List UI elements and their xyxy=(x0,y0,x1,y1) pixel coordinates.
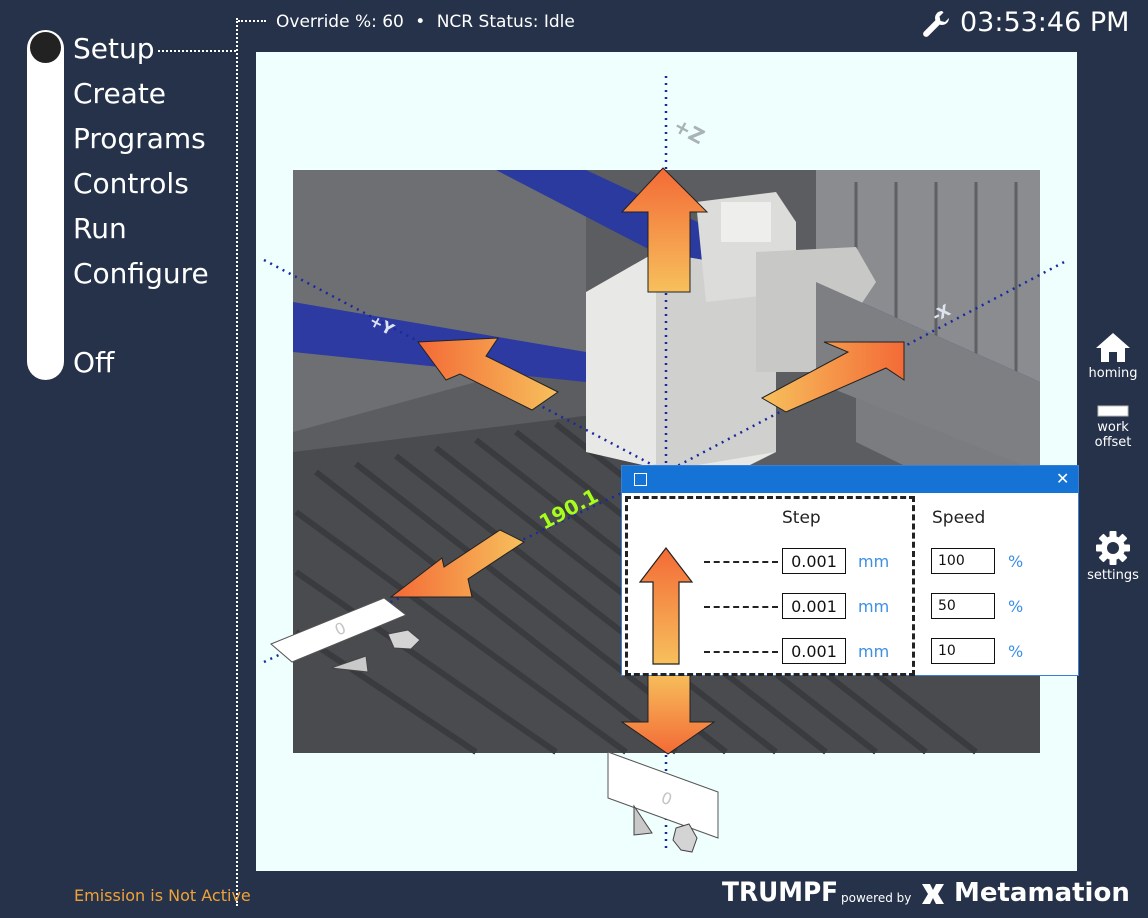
powered-by-text: powered by xyxy=(841,891,912,905)
step-header: Step xyxy=(782,508,821,528)
row-leader-1 xyxy=(704,561,778,563)
wrench-icon xyxy=(923,11,949,37)
mode-slider-track[interactable] xyxy=(27,30,64,380)
work-offset-icon xyxy=(1097,405,1129,417)
dialog-title-bar[interactable]: ✕ xyxy=(622,466,1078,493)
speed-unit-3: % xyxy=(1008,642,1024,661)
jog-dialog: ✕ Step Speed mm % mm % mm % xyxy=(622,466,1078,676)
axis-label-plus-z: +Z xyxy=(670,113,709,149)
work-offset-button[interactable]: work offset xyxy=(1080,404,1146,450)
setup-leader-line xyxy=(158,50,236,52)
nav-item-controls[interactable]: Controls xyxy=(73,167,189,200)
nav-item-create[interactable]: Create xyxy=(73,77,166,110)
speed-unit-2: % xyxy=(1008,597,1024,616)
mode-slider-knob[interactable] xyxy=(30,32,61,63)
gear-icon xyxy=(1096,531,1130,565)
emission-status: Emission is Not Active xyxy=(74,886,251,905)
nav-item-run[interactable]: Run xyxy=(73,212,127,245)
work-offset-label: work offset xyxy=(1094,420,1132,450)
metamation-logo: Metamation xyxy=(954,878,1130,908)
step-input-2[interactable] xyxy=(782,593,846,619)
step-unit-1: mm xyxy=(858,552,890,571)
row-leader-3 xyxy=(704,651,778,653)
window-icon xyxy=(634,473,647,486)
speed-input-2[interactable] xyxy=(931,593,995,619)
status-leader-line xyxy=(238,20,266,22)
metamation-logo-icon xyxy=(922,884,944,904)
homing-button[interactable]: homing xyxy=(1080,330,1146,381)
step-input-3[interactable] xyxy=(782,638,846,664)
step-input-1[interactable] xyxy=(782,548,846,574)
status-bar: Override %: 60 • NCR Status: Idle xyxy=(276,12,575,32)
speed-header: Speed xyxy=(932,508,986,528)
nav-item-off[interactable]: Off xyxy=(73,346,114,379)
step-unit-3: mm xyxy=(858,642,890,661)
nav-item-setup[interactable]: Setup xyxy=(73,32,155,65)
jog-up-arrow-icon[interactable] xyxy=(638,546,694,666)
step-unit-2: mm xyxy=(858,597,890,616)
scene-canvas: +Z +Y -X 190.1 0 0 xyxy=(263,76,1069,853)
speed-input-3[interactable] xyxy=(931,638,995,664)
speed-unit-1: % xyxy=(1008,552,1024,571)
settings-label: settings xyxy=(1087,568,1139,583)
homing-label: homing xyxy=(1088,366,1138,381)
nav-item-programs[interactable]: Programs xyxy=(73,122,206,155)
nav-item-configure[interactable]: Configure xyxy=(73,257,209,290)
trumpf-logo: TRUMPF xyxy=(722,877,839,908)
settings-button[interactable]: settings xyxy=(1080,530,1146,583)
status-separator: • xyxy=(415,12,426,32)
ncr-status: NCR Status: Idle xyxy=(436,12,575,32)
row-leader-2 xyxy=(704,606,778,608)
nav-divider xyxy=(236,18,238,906)
clock: 03:53:46 PM xyxy=(960,7,1130,38)
close-icon[interactable]: ✕ xyxy=(1056,469,1069,488)
home-icon xyxy=(1096,333,1130,362)
speed-input-1[interactable] xyxy=(931,548,995,574)
override-status: Override %: 60 xyxy=(276,12,404,32)
machine-viewport[interactable]: +Z +Y -X 190.1 0 0 xyxy=(256,52,1077,871)
